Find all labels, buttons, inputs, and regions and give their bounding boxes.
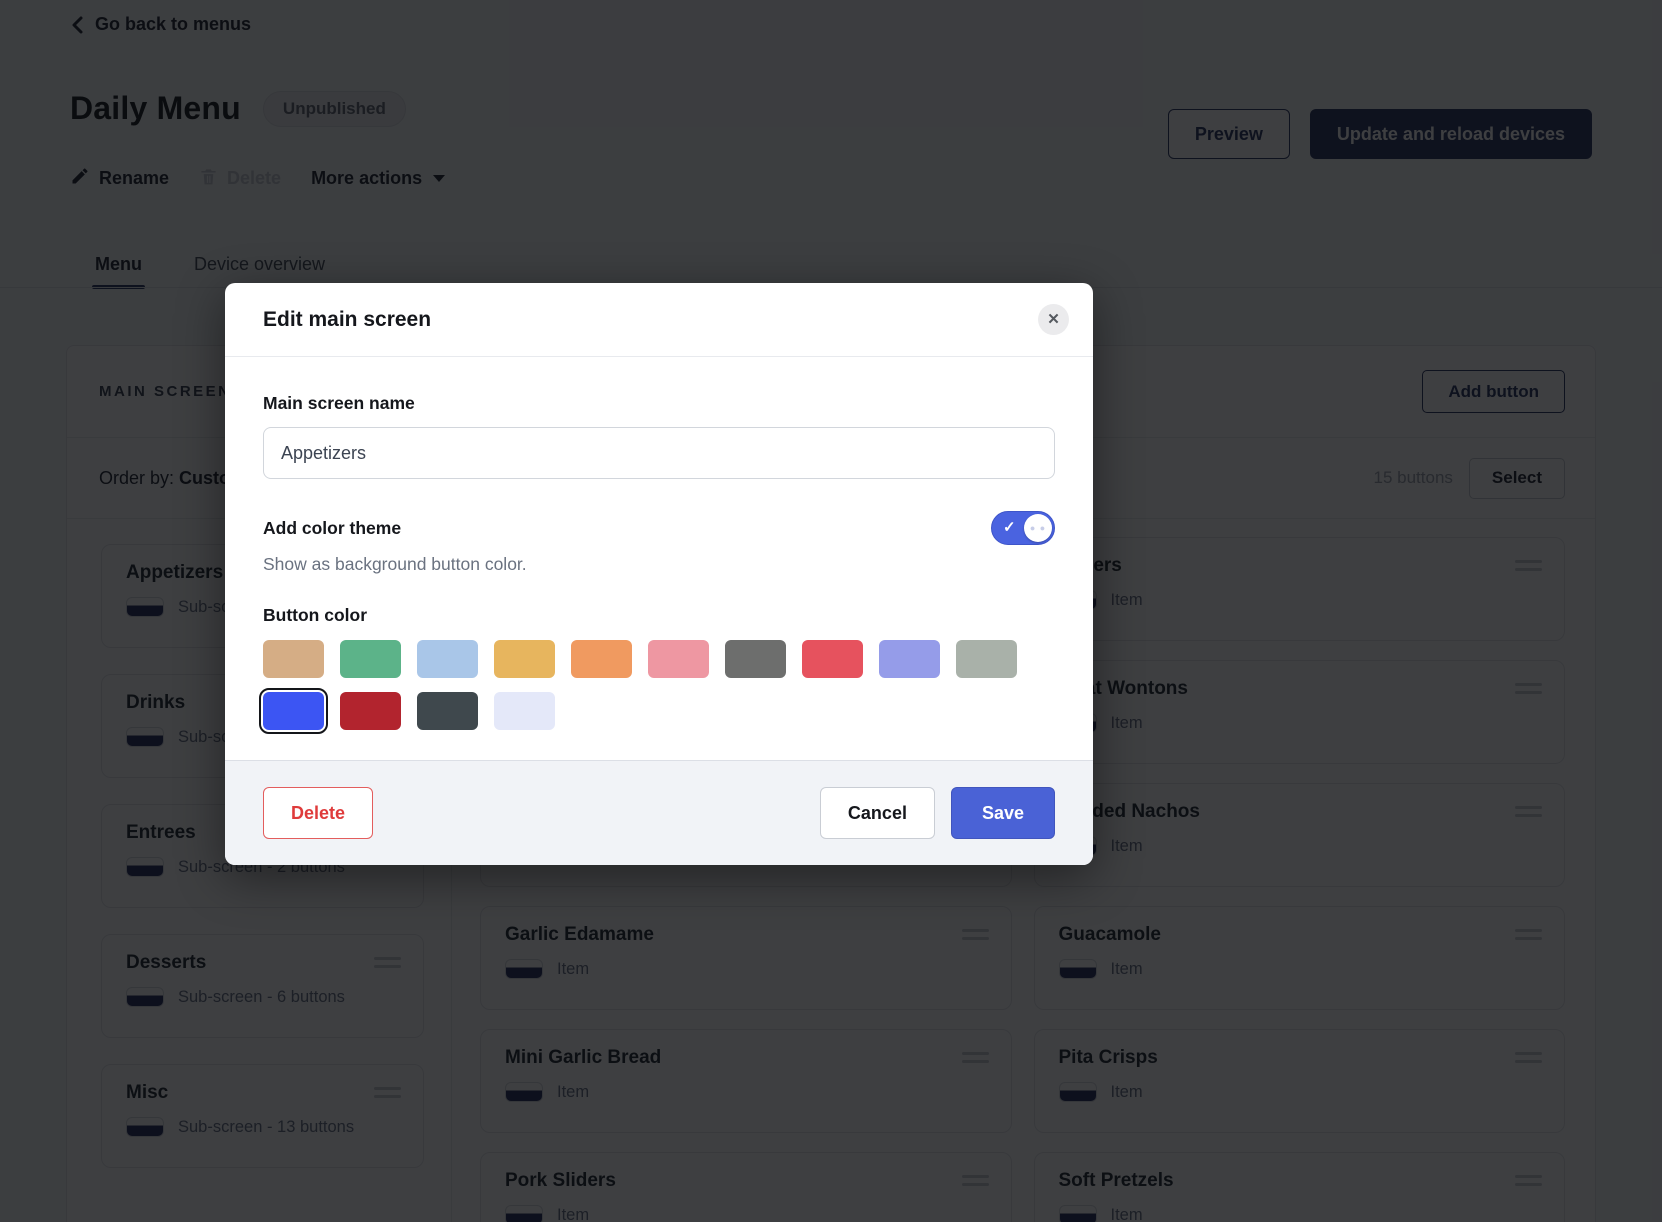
color-swatch[interactable] xyxy=(340,640,401,678)
delete-button[interactable]: Delete xyxy=(263,787,374,839)
color-swatch[interactable] xyxy=(417,692,478,730)
cancel-button[interactable]: Cancel xyxy=(819,787,935,839)
color-swatch[interactable] xyxy=(417,640,478,678)
color-theme-toggle[interactable]: ✓ ● ● xyxy=(991,511,1055,545)
color-theme-description: Show as background button color. xyxy=(263,554,527,574)
close-icon[interactable]: ✕ xyxy=(1038,304,1069,335)
toggle-knob: ● ● xyxy=(1024,514,1052,542)
name-field-label: Main screen name xyxy=(263,393,415,413)
check-icon: ✓ xyxy=(1003,519,1016,536)
edit-main-screen-modal: Edit main screen ✕ Main screen name Add … xyxy=(225,283,1093,865)
main-screen-name-input[interactable] xyxy=(263,427,1055,479)
color-swatch[interactable] xyxy=(725,640,786,678)
save-button[interactable]: Save xyxy=(950,787,1055,839)
color-swatch[interactable] xyxy=(802,640,863,678)
app-root: Go back to menus Daily Menu Unpublished … xyxy=(0,0,1662,1222)
color-swatch[interactable] xyxy=(956,640,1017,678)
color-theme-label: Add color theme xyxy=(263,517,402,538)
modal-title: Edit main screen xyxy=(263,307,432,331)
color-swatch[interactable] xyxy=(263,640,324,678)
color-swatch[interactable] xyxy=(648,640,709,678)
color-swatch[interactable] xyxy=(494,692,555,730)
swatch-grid xyxy=(259,640,1033,734)
color-swatch[interactable] xyxy=(494,640,555,678)
button-color-label: Button color xyxy=(263,605,368,625)
color-swatch[interactable] xyxy=(571,640,632,678)
color-swatch[interactable] xyxy=(259,688,328,734)
color-swatch[interactable] xyxy=(879,640,940,678)
color-swatch[interactable] xyxy=(340,692,401,730)
